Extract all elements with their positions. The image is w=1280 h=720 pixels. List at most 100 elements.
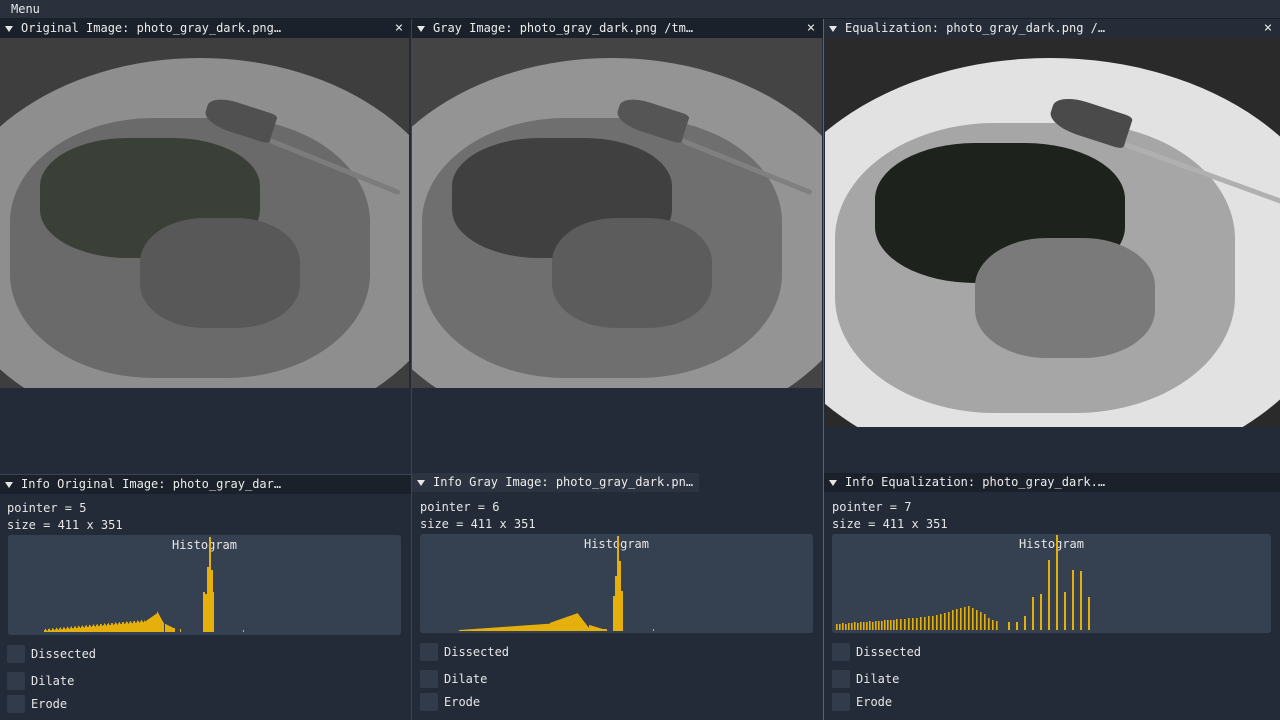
histogram-bar: [538, 624, 539, 631]
checkbox-box[interactable]: [420, 643, 438, 661]
info-gray-tab[interactable]: Info Gray Image: photo_gray_dark.pn…: [412, 473, 700, 492]
histogram-bar: [162, 620, 163, 632]
histogram-bar: [170, 626, 171, 632]
histogram-bar: [500, 627, 501, 631]
histogram-bar: [912, 618, 914, 630]
histogram-bar: [546, 623, 547, 631]
histogram-bar: [163, 622, 164, 632]
histogram-bar: [94, 625, 95, 632]
info-original-titlebar[interactable]: Info Original Image: photo_gray_dar…: [0, 475, 411, 494]
histogram-bar: [511, 626, 512, 631]
checkbox-box[interactable]: [7, 645, 25, 663]
histogram-bar: [494, 627, 495, 631]
histogram-bar: [944, 613, 946, 630]
window-title: Info Original Image: photo_gray_dar…: [21, 477, 282, 491]
histogram-bar: [51, 630, 52, 632]
histogram-bar: [66, 628, 67, 632]
histogram-bar: [478, 628, 479, 631]
histogram-bar: [115, 622, 116, 632]
menu-button[interactable]: Menu: [11, 2, 40, 17]
histogram-bar: [207, 567, 209, 632]
histogram-bar: [572, 614, 573, 631]
histogram-bar: [44, 630, 45, 632]
checkbox-box[interactable]: [7, 695, 25, 713]
histogram-bar: [98, 625, 99, 632]
histogram-bar: [522, 625, 523, 631]
histogram-bar: [80, 627, 81, 632]
checkbox-box[interactable]: [832, 643, 850, 661]
histogram-bar: [506, 626, 507, 631]
close-icon[interactable]: ×: [392, 20, 406, 36]
food-shape: [552, 218, 712, 328]
histogram-bar: [76, 628, 77, 632]
histogram-bar: [91, 626, 92, 632]
checkbox-box[interactable]: [420, 670, 438, 688]
original-image-titlebar[interactable]: Original Image: photo_gray_dark.png… ×: [0, 19, 411, 38]
histogram-bar: [78, 625, 79, 632]
size-text: size = 411 x 351: [832, 517, 948, 531]
histogram-bar: [1064, 592, 1066, 630]
histogram-bar: [487, 628, 488, 631]
histogram-bar: [146, 620, 147, 632]
histogram-bar: [121, 624, 122, 632]
checkbox-box[interactable]: [832, 693, 850, 711]
collapse-triangle-icon[interactable]: [829, 480, 837, 486]
histogram-bar: [592, 625, 593, 631]
histogram-bar: [591, 625, 592, 631]
histogram-bar: [513, 626, 514, 631]
histogram-bar: [63, 627, 64, 632]
histogram-bar: [64, 627, 65, 632]
histogram-bar: [485, 628, 486, 631]
checkbox-box[interactable]: [832, 670, 850, 688]
checkbox-box[interactable]: [7, 672, 25, 690]
collapse-triangle-icon[interactable]: [5, 482, 13, 488]
collapse-triangle-icon[interactable]: [5, 26, 13, 32]
info-gray-titlebar[interactable]: Info Gray Image: photo_gray_dark.pn…: [412, 473, 823, 492]
histogram-bar: [549, 623, 550, 631]
collapse-triangle-icon[interactable]: [829, 26, 837, 32]
histogram-bar: [165, 624, 166, 632]
histogram-bar: [528, 625, 529, 631]
collapse-triangle-icon[interactable]: [417, 480, 425, 486]
histogram-bar: [479, 628, 480, 631]
histogram-bar: [465, 629, 466, 631]
histogram-bar: [169, 626, 170, 632]
histogram-bar: [932, 616, 934, 630]
histogram-bar: [589, 625, 590, 631]
histogram-bar: [113, 624, 114, 632]
gray-image-titlebar[interactable]: Gray Image: photo_gray_dark.png /tm… ×: [412, 19, 823, 38]
histogram-bar: [896, 619, 898, 630]
histogram-bar: [539, 624, 540, 631]
histogram-bar: [532, 624, 533, 631]
histogram-bar: [61, 629, 62, 632]
close-icon[interactable]: ×: [1261, 20, 1275, 36]
histogram-bar: [100, 623, 101, 632]
histogram-bar: [483, 628, 484, 631]
histogram-bar: [893, 620, 895, 630]
close-icon[interactable]: ×: [804, 20, 818, 36]
collapse-triangle-icon[interactable]: [417, 26, 425, 32]
histogram-bar: [881, 621, 883, 630]
histogram-bar: [956, 609, 958, 630]
histogram-bar: [489, 627, 490, 631]
histogram-bar: [904, 619, 906, 630]
histogram-bar: [884, 620, 886, 630]
histogram-bar: [555, 620, 556, 631]
histogram-bar: [573, 614, 574, 631]
histogram-bar: [563, 618, 564, 631]
info-equalization-titlebar[interactable]: Info Equalization: photo_gray_dark.…: [824, 473, 1280, 492]
size-text: size = 411 x 351: [420, 517, 536, 531]
histogram-bar: [890, 620, 892, 630]
histogram-bar: [159, 615, 160, 632]
checkbox-box[interactable]: [420, 693, 438, 711]
histogram-bar: [857, 623, 859, 630]
histogram-bar: [116, 623, 117, 632]
histogram-bar: [148, 619, 149, 632]
equalization-titlebar[interactable]: Equalization: photo_gray_dark.png /… ×: [824, 19, 1280, 38]
histogram-bar: [205, 594, 207, 632]
checkbox-label: Dilate: [444, 672, 488, 686]
histogram-bar: [570, 615, 571, 631]
histogram-bar: [142, 621, 143, 632]
histogram-bar: [474, 628, 475, 631]
histogram-bar: [863, 622, 865, 630]
